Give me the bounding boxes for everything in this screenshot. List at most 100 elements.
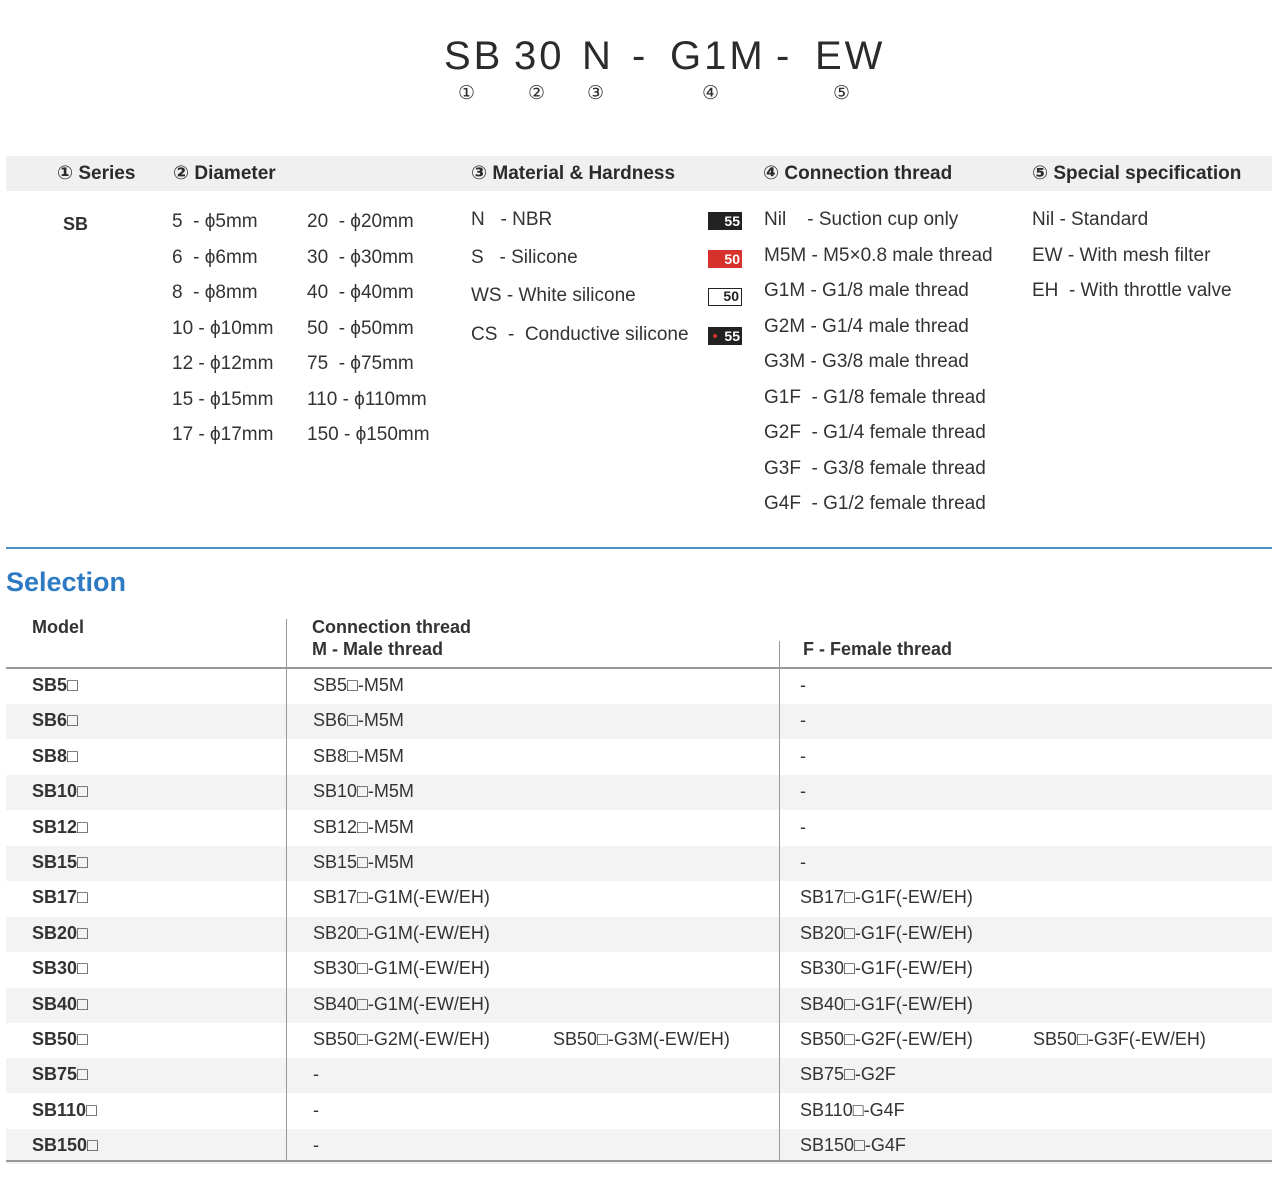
row-female-thread: - (800, 816, 806, 837)
row-male-thread: - (313, 1135, 319, 1156)
connection-option: G3M - G3/8 male thread (764, 351, 969, 372)
row-model: SB50□ (32, 1029, 88, 1049)
row-female-thread: - (800, 675, 806, 695)
connection-option: M5M - M5×0.8 male thread (764, 244, 993, 266)
connection-option: Nil - Suction cup only (764, 209, 959, 230)
section-divider (6, 547, 1272, 549)
row-male-thread: SB17□-G1M(-EW/EH) (313, 887, 490, 908)
code-dash: - (776, 34, 793, 78)
special-option: EH - With throttle valve (1032, 280, 1232, 301)
code-number: ⑤ (833, 83, 851, 104)
row-female-thread: SB75□-G2F (800, 1064, 896, 1085)
material-option: CS - Conductive silicone (471, 324, 689, 345)
table-row (6, 1094, 1272, 1129)
diameter-option: 8 - ϕ8mm (172, 282, 258, 303)
connection-option: G1F - G1/8 female thread (764, 386, 986, 408)
row-model: SB30□ (32, 958, 88, 979)
diameter-option: 30 - ϕ30mm (307, 246, 414, 268)
special-option: Nil - Standard (1032, 209, 1149, 230)
connection-option: G1M - G1/8 male thread (764, 280, 969, 301)
row-male-thread: SB50□-G2M(-EW/EH) (313, 1029, 490, 1049)
row-male-thread: - (313, 1064, 319, 1085)
column-divider (286, 619, 287, 1160)
diameter-option: 12 - ϕ12mm (172, 353, 274, 374)
selection-title: Selection (6, 567, 127, 597)
row-male-thread: SB5□-M5M (313, 675, 404, 695)
series-value: SB (63, 214, 89, 234)
special-option: EW - With mesh filter (1032, 244, 1211, 266)
connection-option: G2M - G1/4 male thread (764, 315, 969, 337)
table-row (6, 881, 1272, 916)
header-special: ⑤ Special specification (1032, 163, 1242, 184)
hardness-value: 55 (724, 328, 740, 344)
row-model: SB5□ (32, 675, 78, 695)
row-model: SB20□ (32, 922, 88, 943)
row-male-thread: SB12□-M5M (313, 816, 414, 837)
row-female-thread: SB30□-G1F(-EW/EH) (800, 958, 973, 979)
diameter-option: 150 - ϕ150mm (307, 424, 430, 445)
row-model: SB17□ (32, 887, 88, 908)
table-row (6, 952, 1272, 987)
connection-option: G4F - G1/2 female thread (764, 493, 986, 514)
row-male-thread-alt: SB50□-G3M(-EW/EH) (553, 1029, 730, 1049)
row-male-thread: SB6□-M5M (313, 710, 404, 731)
diameter-option: 10 - ϕ10mm (172, 317, 274, 339)
connection-option: G3F - G3/8 female thread (764, 457, 986, 479)
table-row (6, 846, 1272, 881)
table-row (6, 740, 1272, 775)
diameter-option: 50 - ϕ50mm (307, 317, 414, 339)
row-model: SB6□ (32, 710, 78, 731)
col-connection-header: Connection thread (312, 617, 472, 637)
code-number: ③ (587, 83, 605, 104)
code-connection: G1M (670, 34, 766, 78)
row-model: SB150□ (32, 1135, 98, 1156)
table-row (6, 987, 1272, 1023)
row-model: SB10□ (32, 781, 88, 802)
row-model: SB12□ (32, 816, 88, 837)
diameter-option: 17 - ϕ17mm (172, 424, 274, 445)
row-female-thread: - (800, 852, 806, 872)
row-male-thread: SB30□-G1M(-EW/EH) (313, 958, 490, 979)
col-model-header: Model (32, 617, 84, 637)
code-number: ① (458, 83, 476, 104)
header-material: ③ Material & Hardness (471, 163, 676, 184)
row-male-thread: SB10□-M5M (313, 781, 414, 802)
hardness-badge: 55 (708, 327, 742, 345)
hardness-value: 50 (723, 288, 739, 304)
code-dash: - (632, 34, 649, 78)
diameter-option: 15 - ϕ15mm (172, 388, 274, 410)
diameter-option: 75 - ϕ75mm (307, 353, 414, 374)
code-special: EW (815, 34, 886, 78)
hardness-value: 50 (724, 251, 740, 267)
row-female-thread: SB40□-G1F(-EW/EH) (800, 993, 973, 1014)
header-connection: ④ Connection thread (763, 163, 953, 184)
row-model: SB75□ (32, 1064, 88, 1085)
table-row (6, 775, 1272, 811)
row-female-thread: SB50□-G2F(-EW/EH) (800, 1029, 973, 1049)
row-model: SB110□ (32, 1099, 97, 1120)
code-material: N (582, 34, 614, 78)
table-bottom-rule (6, 1160, 1272, 1162)
table-header-rule (6, 667, 1272, 669)
diameter-option: 40 - ϕ40mm (307, 282, 414, 303)
col-male-header: M - Male thread (312, 639, 444, 659)
header-diameter: ② Diameter (173, 163, 276, 184)
row-male-thread: - (313, 1099, 319, 1120)
material-option: N - NBR (471, 209, 553, 230)
table-row (6, 1058, 1272, 1094)
diameter-option: 6 - ϕ6mm (172, 246, 258, 268)
diameter-option: 20 - ϕ20mm (307, 211, 414, 232)
code-diameter: 30 (514, 34, 565, 78)
code-number: ④ (702, 83, 720, 104)
hardness-badge: 50 (708, 288, 742, 306)
code-number: ② (528, 83, 546, 104)
table-row (6, 1129, 1272, 1165)
code-series: SB (444, 34, 504, 78)
table-row (6, 704, 1272, 740)
hardness-value: 55 (724, 213, 740, 229)
row-female-thread: - (800, 781, 806, 802)
row-male-thread: SB20□-G1M(-EW/EH) (313, 922, 490, 943)
row-female-thread: SB150□-G4F (800, 1135, 906, 1156)
row-male-thread: SB40□-G1M(-EW/EH) (313, 993, 490, 1014)
header-series: ① Series (57, 163, 136, 184)
